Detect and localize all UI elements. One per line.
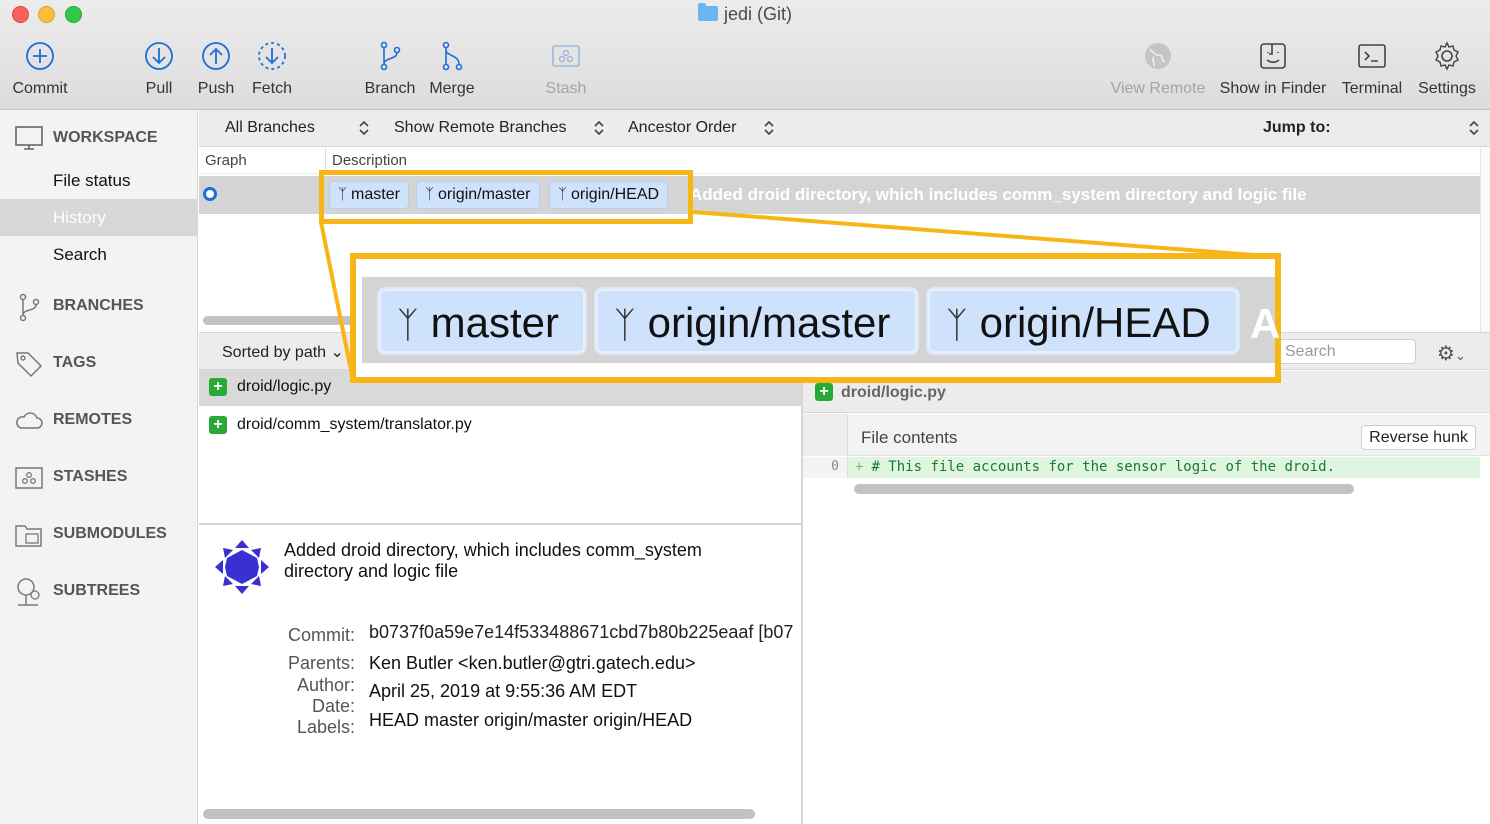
branch-icon: ᛉ [397, 304, 419, 345]
callout-connector-lines [319, 210, 1281, 381]
app-window: jedi (Git) Commit Pull Push Fetch Branch… [0, 0, 1490, 824]
zoom-ghost-letter: A [1250, 300, 1281, 347]
zoom-tag-master: ᛉ master [379, 289, 585, 353]
branch-icon: ᛉ [946, 304, 968, 345]
highlight-box [319, 170, 693, 224]
zoom-tag-origin-master: ᛉ origin/master [596, 289, 917, 353]
branch-icon: ᛉ [614, 304, 636, 345]
zoom-tag-origin-head: ᛉ origin/HEAD [928, 289, 1238, 353]
